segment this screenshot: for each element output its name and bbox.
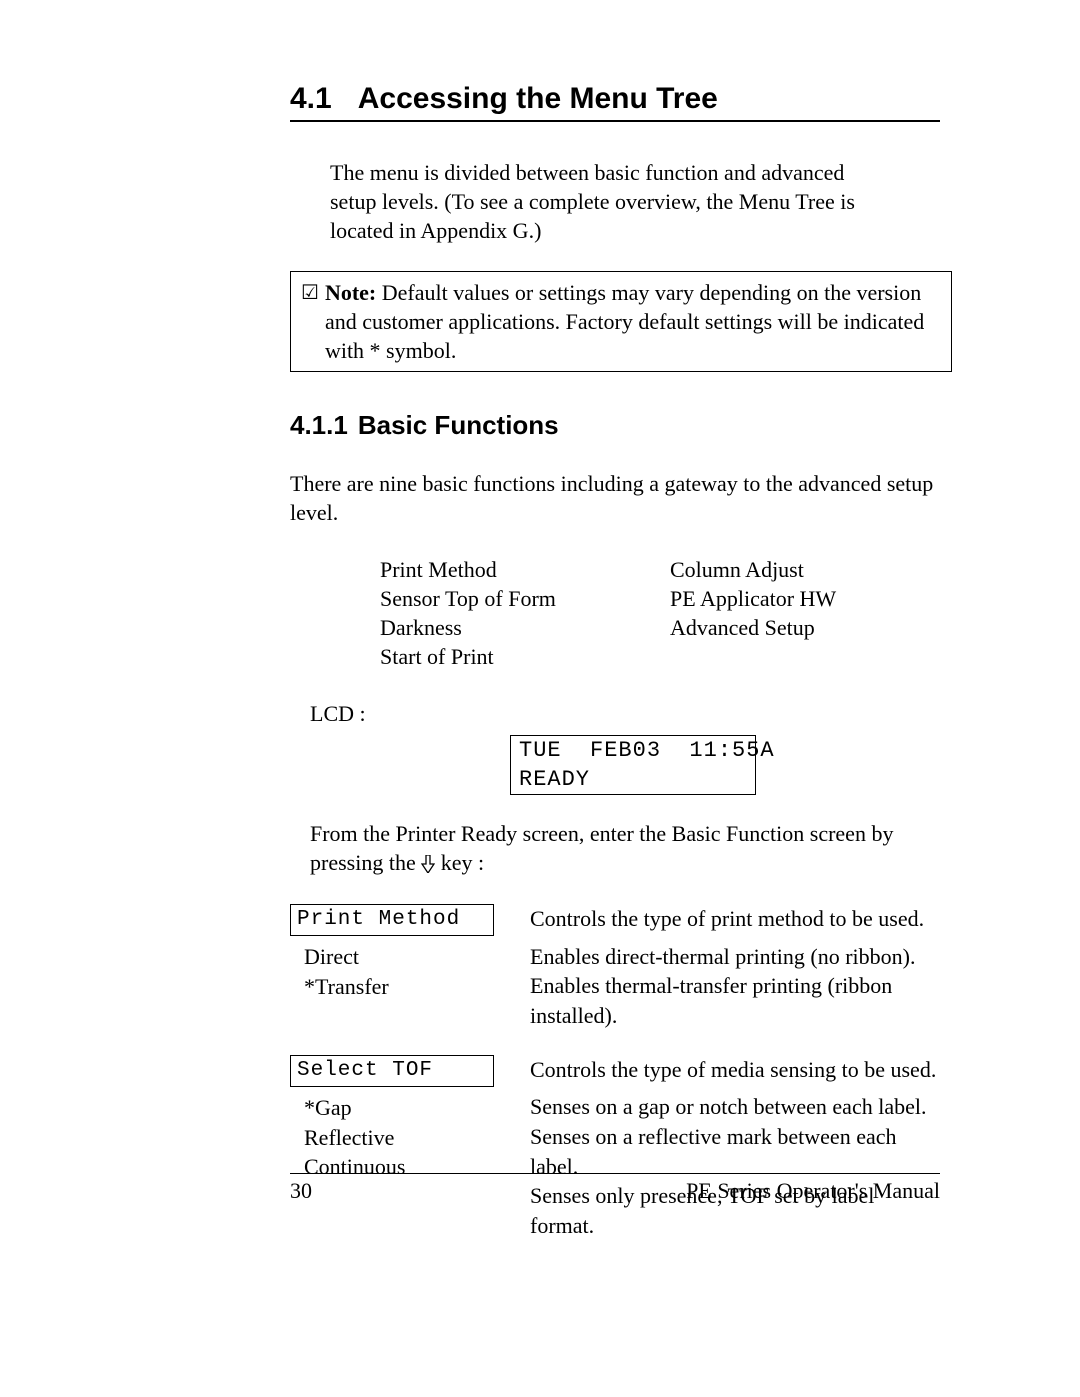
function-item: Start of Print	[380, 642, 670, 671]
function-item: Advanced Setup	[670, 613, 930, 642]
down-arrow-key-icon	[421, 851, 435, 880]
config-option-desc: Senses on a gap or notch between each la…	[530, 1092, 940, 1122]
function-item: Darkness	[380, 613, 670, 642]
config-option-name: Reflective	[304, 1123, 530, 1153]
section-title: Accessing the Menu Tree	[358, 82, 718, 115]
config-option-name: *Gap	[304, 1093, 530, 1123]
note-text: Default values or settings may vary depe…	[325, 280, 924, 363]
function-list: Print Method Sensor Top of Form Darkness…	[380, 555, 940, 671]
function-item: PE Applicator HW	[670, 584, 930, 613]
lcd-line-1: TUE FEB03 11:55A	[511, 736, 755, 765]
section-number: 4.1	[290, 82, 332, 116]
instruction-text-b: key :	[435, 850, 484, 875]
instruction-text: From the Printer Ready screen, enter the…	[310, 819, 910, 880]
page-footer: 30 PE Series Operator's Manual	[290, 1173, 940, 1204]
config-block-print-method: Print Method Direct *Transfer Controls t…	[290, 904, 940, 1031]
instruction-text-a: From the Printer Ready screen, enter the…	[310, 821, 893, 875]
subsection-heading: 4.1.1 Basic Functions	[290, 410, 940, 441]
function-item: Print Method	[380, 555, 670, 584]
config-lcd-head: Print Method	[290, 904, 494, 936]
config-option-name: *Transfer	[304, 972, 530, 1002]
config-option-name: Direct	[304, 942, 530, 972]
config-head-desc: Controls the type of print method to be …	[530, 904, 940, 934]
lcd-display: TUE FEB03 11:55A READY	[510, 735, 756, 795]
config-option-desc: Enables direct-thermal printing (no ribb…	[530, 942, 940, 972]
config-lcd-head: Select TOF	[290, 1055, 494, 1087]
manual-title: PE Series Operator's Manual	[686, 1178, 940, 1204]
note-label: Note:	[325, 280, 376, 305]
config-head-desc: Controls the type of media sensing to be…	[530, 1055, 940, 1085]
function-item: Column Adjust	[670, 555, 930, 584]
config-option-desc: Enables thermal-transfer printing (ribbo…	[530, 971, 940, 1030]
config-block-select-tof: Select TOF *Gap Reflective Continuous Co…	[290, 1055, 940, 1241]
subsection-number: 4.1.1	[290, 410, 348, 441]
section-heading: 4.1 Accessing the Menu Tree	[290, 82, 940, 122]
note-box: ☑ Note: Default values or settings may v…	[290, 271, 952, 372]
intro-paragraph: The menu is divided between basic functi…	[330, 158, 890, 245]
lcd-line-2: READY	[511, 765, 755, 794]
checkbox-checked-icon: ☑	[301, 280, 319, 365]
page-number: 30	[290, 1178, 312, 1204]
subsection-title: Basic Functions	[358, 410, 559, 440]
function-item: Sensor Top of Form	[380, 584, 670, 613]
lcd-label: LCD :	[310, 701, 940, 727]
subsection-intro: There are nine basic functions including…	[290, 469, 940, 527]
